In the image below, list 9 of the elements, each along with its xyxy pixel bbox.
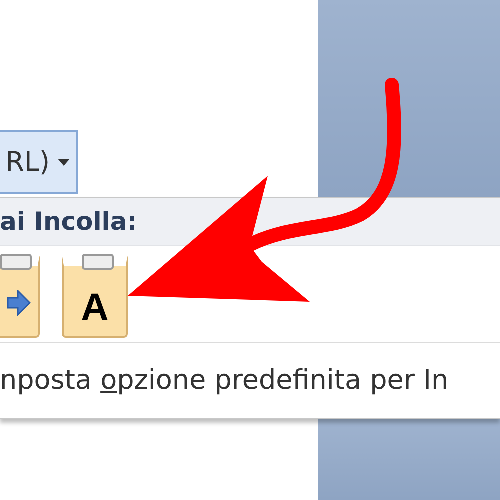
clipboard-clip-icon (82, 254, 114, 270)
arrow-icon (7, 290, 31, 316)
clipboard-clip-icon (0, 254, 32, 270)
paste-merge-button[interactable] (0, 254, 40, 338)
paste-text-only-button[interactable]: A (62, 254, 128, 338)
caret-icon (58, 158, 70, 166)
menu-header-text: ai Incolla: (0, 207, 138, 236)
dropdown-button[interactable]: RL) (0, 130, 78, 194)
menu-item[interactable]: nposta opzione predefinita per In (0, 365, 449, 396)
